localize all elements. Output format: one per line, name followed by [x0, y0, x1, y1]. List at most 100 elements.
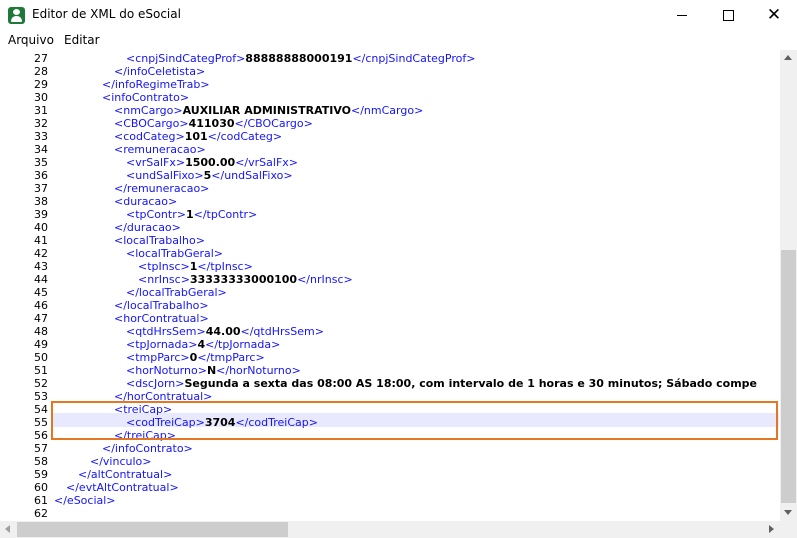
scroll-down-icon[interactable]: [784, 510, 792, 515]
xml-editor[interactable]: 27 <cnpjSindCategProf>88888888000191</cnp…: [0, 50, 780, 521]
xml-tag: </tpContr>: [193, 208, 258, 221]
xml-tag: </infoCeletista>: [114, 65, 206, 78]
code-text: <cnpjSindCategProf>88888888000191</cnpjS…: [126, 52, 475, 65]
code-line: 38 <duracao>: [0, 195, 780, 208]
xml-tag: </vrSalFx>: [235, 156, 298, 169]
code-line: 57 </infoContrato>: [0, 442, 780, 455]
xml-tag: </duracao>: [114, 221, 181, 234]
xml-tag: </nrInsc>: [297, 273, 353, 286]
vertical-scroll-thumb[interactable]: [781, 250, 796, 503]
menu-arquivo[interactable]: Arquivo: [8, 33, 54, 47]
line-number: 50: [34, 351, 48, 364]
code-text: <infoContrato>: [102, 91, 189, 104]
xml-tag: <tpJornada>: [126, 338, 198, 351]
vertical-scrollbar[interactable]: [780, 50, 797, 521]
line-number: 59: [34, 468, 48, 481]
xml-tag: <infoContrato>: [102, 91, 190, 104]
code-line: 60 </evtAltContratual>: [0, 481, 780, 494]
code-text: </duracao>: [114, 221, 181, 234]
xml-tag: </vinculo>: [90, 455, 152, 468]
title-bar: Editor de XML do eSocial ✕: [0, 0, 797, 31]
xml-value: 88888888000191: [245, 52, 353, 65]
window-title: Editor de XML do eSocial: [32, 7, 181, 21]
xml-tag: </remuneracao>: [114, 182, 210, 195]
line-number: 46: [34, 299, 48, 312]
code-line: 41 <localTrabalho>: [0, 234, 780, 247]
code-line: 39 <tpContr>1</tpContr>: [0, 208, 780, 221]
code-line: 32 <CBOCargo>411030</CBOCargo>: [0, 117, 780, 130]
xml-tag: <CBOCargo>: [114, 117, 189, 130]
code-line: 51 <horNoturno>N</horNoturno>: [0, 364, 780, 377]
code-line: 43 <tpInsc>1</tpInsc>: [0, 260, 780, 273]
line-number: 33: [34, 130, 48, 143]
code-text: <undSalFixo>5</undSalFixo>: [126, 169, 293, 182]
xml-tag: <dscJorn>: [126, 377, 185, 390]
code-line: 36 <undSalFixo>5</undSalFixo>: [0, 169, 780, 182]
close-icon: ✕: [766, 5, 782, 25]
line-number: 30: [34, 91, 48, 104]
code-text: <nmCargo>AUXILIAR ADMINISTRATIVO</nmCarg…: [114, 104, 423, 117]
code-text: <horNoturno>N</horNoturno>: [126, 364, 301, 377]
line-number: 55: [34, 416, 48, 429]
line-number: 34: [34, 143, 48, 156]
xml-tag: <nmCargo>: [114, 104, 183, 117]
xml-tag: <localTrabalho>: [114, 234, 205, 247]
code-line: 48 <qtdHrsSem>44.00</qtdHrsSem>: [0, 325, 780, 338]
scroll-up-icon[interactable]: [784, 55, 792, 60]
code-line: 28 </infoCeletista>: [0, 65, 780, 78]
code-text: </localTrabGeral>: [126, 286, 227, 299]
xml-value: AUXILIAR ADMINISTRATIVO: [182, 104, 351, 117]
code-line: 47 <horContratual>: [0, 312, 780, 325]
xml-tag: <undSalFixo>: [126, 169, 204, 182]
maximize-button[interactable]: [705, 0, 751, 31]
code-text: <tpContr>1</tpContr>: [126, 208, 257, 221]
line-number: 52: [34, 377, 48, 390]
line-number: 41: [34, 234, 48, 247]
line-number: 32: [34, 117, 48, 130]
code-text: <vrSalFx>1500.00</vrSalFx>: [126, 156, 298, 169]
xml-tag: </qtdHrsSem>: [240, 325, 324, 338]
xml-tag: </localTrabGeral>: [126, 286, 227, 299]
code-line: 50 <tmpParc>0</tmpParc>: [0, 351, 780, 364]
xml-tag: </infoRegimeTrab>: [102, 78, 210, 91]
line-number: 29: [34, 78, 48, 91]
menu-bar: Arquivo Editar: [0, 31, 797, 50]
code-text: </evtAltContratual>: [66, 481, 179, 494]
code-line: 52 <dscJorn>Segunda a sexta das 08:00 AS …: [0, 377, 780, 390]
code-line: 42 <localTrabGeral>: [0, 247, 780, 260]
code-line: 37 </remuneracao>: [0, 182, 780, 195]
xml-value: 411030: [188, 117, 235, 130]
code-line: 40 </duracao>: [0, 221, 780, 234]
horizontal-scrollbar[interactable]: [0, 521, 780, 538]
code-text: <dscJorn>Segunda a sexta das 08:00 AS 18…: [126, 377, 757, 390]
highlight-box: [51, 401, 778, 440]
code-text: <tpJornada>4</tpJornada>: [126, 338, 280, 351]
xml-tag: <horNoturno>: [126, 364, 207, 377]
code-text: <localTrabGeral>: [126, 247, 223, 260]
xml-tag: <remuneracao>: [114, 143, 206, 156]
code-text: </localTrabalho>: [114, 299, 209, 312]
line-number: 45: [34, 286, 48, 299]
menu-editar[interactable]: Editar: [64, 33, 100, 47]
line-number: 35: [34, 156, 48, 169]
xml-value: 1: [185, 208, 194, 221]
xml-tag: <vrSalFx>: [126, 156, 186, 169]
horizontal-scroll-thumb[interactable]: [17, 522, 288, 537]
code-text: <duracao>: [114, 195, 177, 208]
line-number: 48: [34, 325, 48, 338]
xml-value: 44.00: [205, 325, 241, 338]
code-line: 62: [0, 507, 780, 520]
maximize-icon: [722, 10, 734, 21]
xml-value: 4: [197, 338, 206, 351]
xml-tag: </tmpParc>: [197, 351, 265, 364]
app-icon: [8, 7, 25, 24]
xml-tag: </horNoturno>: [216, 364, 301, 377]
xml-tag: <duracao>: [114, 195, 178, 208]
close-button[interactable]: ✕: [751, 0, 797, 31]
xml-tag: </infoContrato>: [102, 442, 193, 455]
scroll-right-icon[interactable]: [769, 525, 774, 533]
code-text: <CBOCargo>411030</CBOCargo>: [114, 117, 313, 130]
minimize-button[interactable]: [659, 0, 705, 31]
scroll-left-icon[interactable]: [5, 525, 10, 533]
code-text: <tpInsc>1</tpInsc>: [138, 260, 253, 273]
